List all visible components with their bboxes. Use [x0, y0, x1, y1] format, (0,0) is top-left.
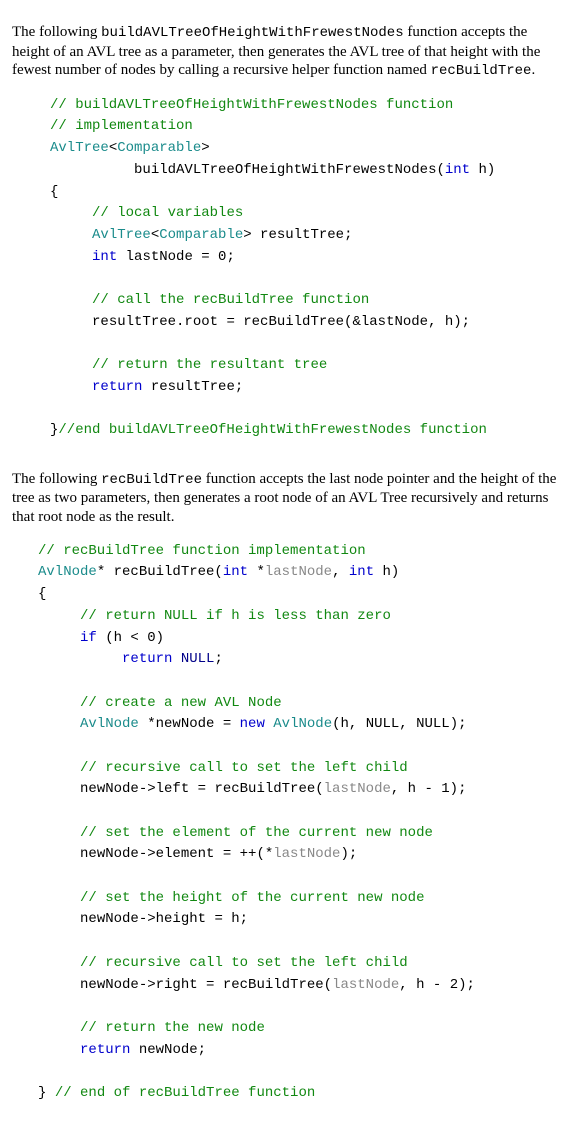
keyword-int: int: [349, 564, 374, 580]
stmt: newNode->height = h;: [80, 911, 248, 927]
comment: // recursive call to set the left child: [80, 955, 408, 971]
comment: // recursive call to set the left child: [80, 760, 408, 776]
comment: // end of recBuildTree function: [55, 1085, 315, 1101]
sig: h): [374, 564, 399, 580]
param: h: [470, 162, 487, 178]
inline-code-helper-name: recBuildTree: [431, 63, 532, 79]
keyword-int: int: [223, 564, 248, 580]
stmt: , h - 2);: [399, 977, 475, 993]
inline-code-fn-name: buildAVLTreeOfHeightWithFrewestNodes: [101, 25, 403, 41]
keyword-return: return: [122, 651, 172, 667]
type-name: AvlTree: [50, 140, 109, 156]
comment: // buildAVLTreeOfHeightWithFrewestNodes …: [50, 97, 453, 113]
sig: ,: [332, 564, 349, 580]
null-literal: NULL: [181, 651, 215, 667]
type-name: AvlNode: [38, 564, 97, 580]
keyword-return: return: [80, 1042, 130, 1058]
sig: *: [248, 564, 265, 580]
stmt: newNode->element = ++(*: [80, 846, 273, 862]
code-block-build-avl: // buildAVLTreeOfHeightWithFrewestNodes …: [50, 95, 561, 442]
type-name: AvlNode: [273, 716, 332, 732]
keyword-if: if: [80, 630, 97, 646]
keyword-new: new: [240, 716, 265, 732]
comment: // local variables: [92, 205, 243, 221]
decl: lastNode = 0;: [117, 249, 235, 265]
type-name: Comparable: [159, 227, 243, 243]
expr: resultTree;: [142, 379, 243, 395]
param-lastnode: lastNode: [265, 564, 332, 580]
decl: *newNode =: [139, 716, 240, 732]
keyword-int: int: [92, 249, 117, 265]
expr: newNode;: [130, 1042, 206, 1058]
stmt: , h - 1);: [391, 781, 467, 797]
keyword-return: return: [92, 379, 142, 395]
stmt: newNode->left = recBuildTree(: [80, 781, 324, 797]
comment: //end buildAVLTreeOfHeightWithFrewestNod…: [58, 422, 486, 438]
comment: // create a new AVL Node: [80, 695, 282, 711]
stmt: newNode->right = recBuildTree(: [80, 977, 332, 993]
keyword-int: int: [445, 162, 470, 178]
param-lastnode: lastNode: [332, 977, 399, 993]
cond: (h < 0): [97, 630, 164, 646]
statement: resultTree.root = recBuildTree(&lastNode…: [92, 314, 470, 330]
comment: // set the height of the current new nod…: [80, 890, 424, 906]
comment: // set the element of the current new no…: [80, 825, 433, 841]
comment: // return NULL if h is less than zero: [80, 608, 391, 624]
text: The following: [12, 471, 101, 487]
stmt: );: [340, 846, 357, 862]
inline-code-fn-name: recBuildTree: [101, 472, 202, 488]
type-name: Comparable: [117, 140, 201, 156]
comment: // implementation: [50, 118, 193, 134]
text: .: [531, 62, 535, 78]
sig: * recBuildTree(: [97, 564, 223, 580]
paragraph-1-intro: The following buildAVLTreeOfHeightWithFr…: [12, 23, 561, 81]
ctor-args: (h, NULL, NULL);: [332, 716, 466, 732]
type-name: AvlTree: [92, 227, 151, 243]
paragraph-2-intro: The following recBuildTree function acce…: [12, 470, 561, 527]
text: The following: [12, 24, 101, 40]
comment: // return the resultant tree: [92, 357, 327, 373]
type-name: AvlNode: [80, 716, 139, 732]
comment: // return the new node: [80, 1020, 265, 1036]
param-lastnode: lastNode: [273, 846, 340, 862]
function-name: buildAVLTreeOfHeightWithFrewestNodes: [134, 162, 436, 178]
comment: // call the recBuildTree function: [92, 292, 369, 308]
decl: resultTree;: [252, 227, 353, 243]
param-lastnode: lastNode: [324, 781, 391, 797]
code-block-rec-build: // recBuildTree function implementation …: [38, 541, 561, 1105]
comment: // recBuildTree function implementation: [38, 543, 366, 559]
